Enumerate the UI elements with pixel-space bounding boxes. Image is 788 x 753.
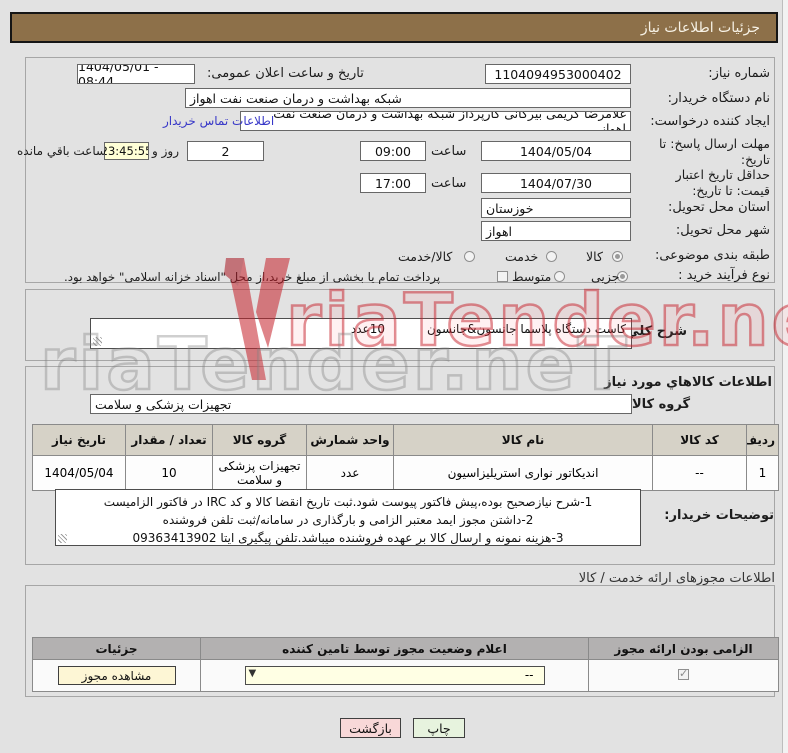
col-license-required: الزامی بودن ارائه مجوز [588, 637, 779, 660]
col-license-status: اعلام وضعیت مجوز توسط تامین کننده [200, 637, 589, 660]
page-right-edge [782, 0, 788, 753]
announce-datetime-field[interactable]: 1404/05/01 - 08:44 [77, 64, 195, 84]
city-label: شهر محل تحویل: [675, 223, 770, 238]
buyer-org-label: نام دستگاه خریدار: [667, 91, 770, 106]
radio-medium-label: متوسط [512, 269, 552, 284]
countdown-timer: 23:45:55 [104, 142, 149, 160]
license-table-row: -- ▼ مشاهده مجوز [32, 659, 779, 692]
hours-remaining-label: ساعت باقي مانده [17, 144, 107, 158]
days-and-label: روز و [152, 144, 179, 158]
process-type-label: نوع فرآیند خرید : [678, 268, 770, 283]
license-table: الزامی بودن ارائه مجوز اعلام وضعیت مجوز … [32, 637, 779, 692]
buyer-note-line-1: 1-شرح نیازصحیح بوده،پیش فاکتور پیوست شود… [103, 495, 593, 509]
cell-goods-name: اندیکاتور نواری استریلیزاسیون [393, 455, 653, 491]
province-label: استان محل تحویل: [668, 200, 770, 215]
radio-goods-label: کالا [586, 249, 603, 264]
license-required-checkbox[interactable] [678, 667, 689, 680]
price-validity-hour-label: ساعت [431, 176, 467, 191]
need-desc-text: کاست دستگاه پلاسما جانسون&جانسون [426, 322, 626, 336]
buyer-notes-label: توضیحات خریدار: [664, 508, 774, 523]
deadline-time-field[interactable]: 09:00 [360, 141, 426, 161]
goods-table: ردیف کد کالا نام کالا واحد شمارش گروه کا… [32, 424, 779, 491]
buyer-note-line-3: 3-هزینه نمونه و ارسال کالا بر عهده فروشن… [132, 531, 564, 545]
radio-service[interactable] [546, 251, 557, 262]
need-number-field[interactable]: 1104094953000402 [485, 64, 631, 84]
page-title-bar: جزئیات اطلاعات نیاز [10, 12, 778, 43]
price-validity-time-field[interactable]: 17:00 [360, 173, 426, 193]
deadline-label: مهلت ارسال پاسخ: تا تاریخ: [659, 136, 770, 168]
cell-unit: عدد [306, 455, 394, 491]
cell-license-details: مشاهده مجوز [32, 659, 201, 692]
cell-license-required [588, 659, 779, 692]
cell-row-number: 1 [746, 455, 779, 491]
col-row-number: ردیف [746, 424, 779, 456]
cell-quantity: 10 [125, 455, 213, 491]
license-table-header-row: الزامی بودن ارائه مجوز اعلام وضعیت مجوز … [32, 637, 779, 660]
license-status-select[interactable]: -- ▼ [244, 666, 545, 685]
chevron-down-icon: ▼ [248, 668, 257, 679]
buyer-contact-link[interactable]: اطلاعات تماس خریدار [163, 114, 274, 128]
col-goods-name: نام کالا [393, 424, 653, 456]
cell-license-status: -- ▼ [200, 659, 589, 692]
goods-table-header-row: ردیف کد کالا نام کالا واحد شمارش گروه کا… [32, 424, 779, 456]
city-field[interactable]: اهواز [481, 221, 631, 241]
need-number-label: شماره نیاز: [708, 66, 770, 81]
need-details-page: جزئیات اطلاعات نیاز شماره نیاز: 11040949… [0, 0, 788, 753]
province-field[interactable]: خوزستان [481, 198, 631, 218]
page-title: جزئیات اطلاعات نیاز [640, 19, 760, 36]
cell-goods-code: -- [652, 455, 747, 491]
buyer-notes-textarea[interactable]: 1-شرح نیازصحیح بوده،پیش فاکتور پیوست شود… [55, 489, 641, 546]
col-group: گروه کالا [212, 424, 307, 456]
radio-goods[interactable] [612, 251, 623, 262]
col-goods-code: کد کالا [652, 424, 747, 456]
goods-group-label: گروه کالا: [626, 397, 690, 412]
col-need-date: تاریخ نیاز [32, 424, 126, 456]
col-license-details: جزئیات [32, 637, 201, 660]
deadline-date-field[interactable]: 1404/05/04 [481, 141, 631, 161]
goods-table-row: 1 -- اندیکاتور نواری استریلیزاسیون عدد ت… [32, 455, 779, 491]
cell-need-date: 1404/05/04 [32, 455, 126, 491]
need-desc-textarea[interactable]: کاست دستگاه پلاسما جانسون&جانسون 10عدد [90, 318, 632, 349]
radio-goods-service[interactable] [464, 251, 475, 262]
print-button[interactable]: چاپ [413, 718, 465, 738]
license-section-title: اطلاعات مجوزهای ارائه خدمت / کالا [578, 571, 775, 586]
remaining-days-field[interactable]: 2 [187, 141, 264, 161]
need-desc-qty: 10عدد [350, 322, 385, 336]
treasury-checkbox[interactable] [497, 271, 508, 282]
radio-minor-label: جزیی [591, 269, 620, 284]
price-validity-label: حداقل تاریخ اعتبار قیمت: تا تاریخ: [675, 167, 770, 199]
deadline-hour-label: ساعت [431, 144, 467, 159]
view-license-button[interactable]: مشاهده مجوز [57, 666, 176, 685]
back-button[interactable]: بازگشت [340, 718, 401, 738]
treasury-note: پرداخت تمام یا بخشی از مبلغ خرید،از محل … [64, 270, 441, 284]
radio-service-label: خدمت [505, 249, 539, 264]
announce-datetime-label: تاریخ و ساعت اعلان عمومی: [207, 66, 364, 81]
classification-label: طبقه بندی موضوعی: [654, 248, 770, 263]
goods-group-field[interactable]: تجهیزات پزشکی و سلامت [90, 394, 632, 414]
radio-medium[interactable] [554, 271, 565, 282]
creator-label: ایجاد کننده درخواست: [650, 114, 770, 129]
buyer-note-line-2: 2-داشتن مجوز ایمد معتبر الزامی و بارگذار… [162, 513, 534, 527]
col-quantity: تعداد / مقدار [125, 424, 213, 456]
goods-section-title: اطلاعات کالاهاي مورد نیاز [604, 375, 772, 390]
col-unit: واحد شمارش [306, 424, 394, 456]
creator-field[interactable]: غلامرضا کریمی بیرگانی کارپرداز شبکه بهدا… [240, 111, 631, 131]
price-validity-date-field[interactable]: 1404/07/30 [481, 173, 631, 193]
radio-goods-service-label: کالا/خدمت [398, 249, 453, 264]
cell-group: تجهیزات پزشکی و سلامت [212, 455, 307, 491]
buyer-org-field[interactable]: شبکه بهداشت و درمان صنعت نفت اهواز [185, 88, 631, 108]
license-status-value: -- [524, 668, 534, 682]
